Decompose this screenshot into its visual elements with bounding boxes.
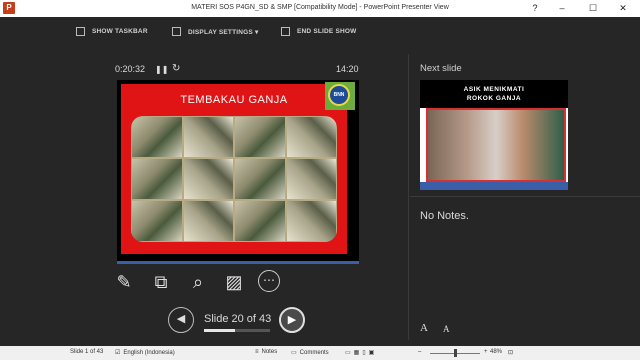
collage-image — [131, 200, 183, 242]
end-slide-show-label: END SLIDE SHOW — [297, 28, 357, 35]
zoom-in-button[interactable]: + — [484, 349, 488, 355]
normal-view-icon[interactable]: ▭ — [345, 349, 351, 356]
status-bar: Slide 1 of 43 ☑ English (Indonesia) ≡ No… — [0, 346, 640, 360]
pane-divider — [408, 54, 409, 340]
bnn-logo: BNN — [325, 82, 355, 110]
next-slide-photo — [426, 108, 566, 182]
zoom-out-button[interactable]: – — [418, 349, 421, 355]
display-settings-button[interactable]: DISPLAY SETTINGS ▾ — [172, 27, 258, 36]
next-slide-button[interactable]: ▶ — [279, 307, 305, 333]
collage-image — [182, 158, 234, 200]
current-time: 14:20 — [336, 64, 359, 74]
display-settings-label: DISPLAY SETTINGS ▾ — [188, 28, 259, 36]
slide-show-icon[interactable]: ▣ — [369, 349, 375, 356]
zoom-level[interactable]: 48% — [490, 349, 502, 355]
collage-image — [285, 158, 337, 200]
collage-image — [234, 158, 286, 200]
taskbar-icon — [76, 27, 85, 36]
collage-image — [234, 200, 286, 242]
end-slide-show-button[interactable]: END SLIDE SHOW — [281, 27, 357, 36]
reset-icon[interactable]: ↻ — [172, 63, 180, 74]
reading-view-icon[interactable]: ▯ — [362, 349, 365, 356]
slide-progress-fill — [204, 329, 235, 332]
notes-divider — [410, 196, 640, 197]
collage-image — [234, 116, 286, 158]
help-button[interactable]: ? — [520, 2, 550, 15]
slide-progress-bar — [204, 329, 270, 332]
view-buttons: ▭ ▦ ▯ ▣ — [345, 349, 374, 356]
status-slide-text: Slide 1 of 43 — [70, 349, 104, 355]
next-slide-headline: ASIK MENIKMATI ROKOK GANJA — [420, 80, 568, 108]
show-taskbar-button[interactable]: SHOW TASKBAR — [76, 27, 148, 36]
next-slide-headline-line1: ASIK MENIKMATI — [463, 86, 525, 93]
collage-image — [131, 158, 183, 200]
collage-image — [182, 200, 234, 242]
minimize-button[interactable]: – — [547, 2, 577, 15]
status-comments-button[interactable]: ▭ Comments — [291, 349, 329, 357]
see-all-slides-icon[interactable]: ⧉ — [149, 270, 173, 294]
close-button[interactable]: ✕ — [608, 2, 638, 15]
pen-tool-icon[interactable]: ✎ — [112, 270, 136, 294]
bnn-seal: BNN — [328, 84, 350, 106]
black-screen-icon[interactable]: ▨ — [222, 270, 246, 294]
increase-font-button[interactable]: A — [420, 322, 428, 334]
window-title-bar: P MATERI SOS P4GN_SD & SMP [Compatibilit… — [0, 0, 640, 17]
collage-image — [285, 200, 337, 242]
display-settings-icon — [172, 27, 181, 36]
comments-icon: ▭ — [291, 350, 297, 356]
slide-title: TEMBAKAU GANJA — [180, 94, 288, 106]
speaker-notes: No Notes. — [420, 210, 469, 222]
next-slide-label: Next slide — [420, 63, 462, 74]
spellcheck-icon: ☑ — [115, 350, 121, 356]
presenter-toolbar: SHOW TASKBAR DISPLAY SETTINGS ▾ END SLID… — [0, 17, 640, 47]
decrease-font-button[interactable]: A — [443, 324, 450, 334]
zoom-icon[interactable]: ⌕ — [186, 270, 210, 294]
status-comments-text: Comments — [299, 349, 329, 356]
next-slide-preview[interactable]: ASIK MENIKMATI ROKOK GANJA — [420, 80, 568, 190]
previous-slide-button[interactable]: ◀ — [168, 307, 194, 333]
collage-image — [285, 116, 337, 158]
zoom-slider-thumb[interactable] — [454, 349, 457, 357]
cannabis-photo-collage — [131, 116, 337, 242]
slide-tools: ✎ ⧉ ⌕ ▨ ⋯ — [112, 268, 292, 296]
slide-sorter-icon[interactable]: ▦ — [354, 349, 360, 356]
next-slide-headline-line2: ROKOK GANJA — [466, 95, 522, 102]
collage-image — [182, 116, 234, 158]
maximize-button[interactable]: ☐ — [578, 2, 608, 15]
status-slide-indicator: Slide 1 of 43 — [70, 349, 103, 355]
collage-image — [131, 116, 183, 158]
show-taskbar-label: SHOW TASKBAR — [92, 28, 148, 35]
slide-counter[interactable]: Slide 20 of 43 — [204, 313, 271, 325]
status-language[interactable]: ☑ English (Indonesia) — [115, 349, 175, 357]
end-show-icon — [281, 27, 290, 36]
next-slide-footer-bar — [420, 182, 568, 190]
status-notes-text: Notes — [261, 349, 278, 355]
elapsed-timer: 0:20:32 — [115, 64, 146, 74]
notes-icon: ≡ — [255, 349, 259, 355]
current-slide[interactable]: TEMBAKAU GANJA BNN — [117, 80, 359, 264]
more-options-icon[interactable]: ⋯ — [258, 270, 280, 292]
slide-background: TEMBAKAU GANJA — [121, 84, 347, 254]
status-language-text: English (Indonesia) — [123, 349, 175, 356]
status-notes-button[interactable]: ≡ Notes — [255, 349, 277, 355]
fit-to-window-icon[interactable]: ⊡ — [508, 349, 513, 356]
pause-icon[interactable]: ❚❚ — [155, 65, 168, 74]
